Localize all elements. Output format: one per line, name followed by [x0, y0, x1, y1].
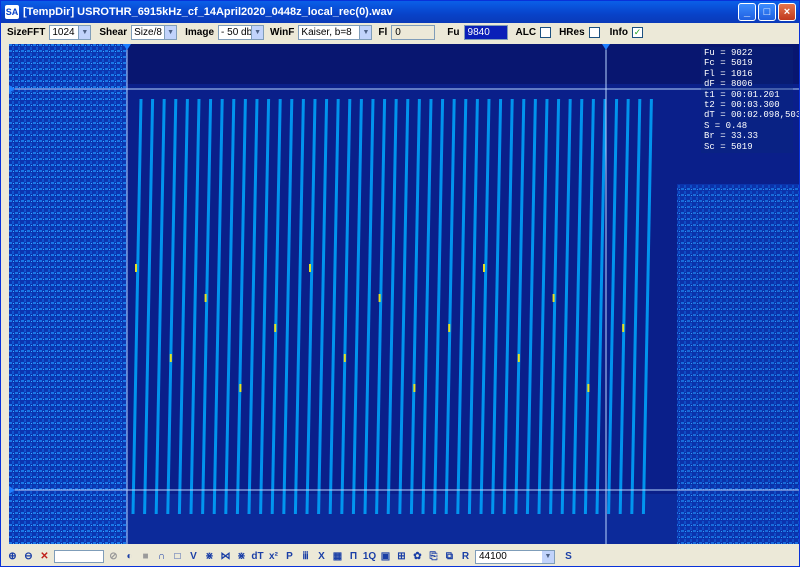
square-icon[interactable]: □ [171, 550, 184, 563]
grid-icon[interactable]: ▦ [331, 550, 344, 563]
signal-peak [169, 354, 172, 362]
info-df: dF = 8006 [704, 79, 753, 90]
sample-rate-select[interactable]: 44100 ▼ [475, 549, 555, 564]
info-t2: t2 = 00:03.300 [704, 100, 780, 111]
f-icon[interactable]: ⧉ [443, 550, 456, 563]
fu-field[interactable]: 9840 [463, 24, 508, 40]
image-value: - 50 db [221, 26, 253, 38]
signal-peak [274, 324, 277, 332]
signal-peak [552, 294, 555, 302]
info-overlay: Fu = 9022 Fc = 5019 Fl = 1016 dF = 8006 … [701, 47, 799, 154]
info-checkbox[interactable]: ✓ [631, 26, 643, 38]
chevron-down-icon: ▼ [78, 25, 91, 39]
info-sc: Sc = 5019 [704, 141, 753, 152]
top-band [127, 44, 799, 84]
no-icon[interactable]: ⊘ [107, 550, 120, 563]
window-controls: _ □ × [738, 3, 796, 21]
toolbar: SizeFFT 1024 ▼ Shear Size/8 ▼ Image - 50 d… [3, 23, 799, 41]
x2-icon[interactable]: x² [267, 550, 280, 563]
info-s: S = 0.48 [704, 120, 748, 131]
cancel-icon[interactable]: ✕ [38, 550, 51, 563]
r-icon[interactable]: R [459, 550, 472, 563]
chevron-down-icon: ▼ [542, 550, 554, 563]
fl-label: Fl [378, 26, 388, 38]
signal-peak [483, 264, 485, 272]
size-fft-value: 1024 [52, 26, 75, 38]
minimize-button[interactable]: _ [738, 3, 756, 21]
zoom-in-icon[interactable]: ⊕ [6, 550, 19, 563]
signal-peak [239, 384, 242, 392]
dt-icon[interactable]: dT [251, 550, 264, 563]
s-button[interactable]: S [562, 550, 575, 563]
winf-select[interactable]: Kaiser, b=8 ▼ [298, 24, 373, 40]
sample-rate-value: 44100 [479, 551, 507, 562]
e-icon[interactable]: ⎘ [427, 550, 440, 563]
main-window: SA [TempDir] USROTHR_6915kHz_cf_14April2… [0, 0, 800, 567]
image-select[interactable]: - 50 db ▼ [218, 24, 265, 40]
x-icon[interactable]: X [315, 550, 328, 563]
chevron-down-icon: ▼ [359, 25, 372, 39]
hres-checkbox[interactable] [588, 26, 600, 38]
sym3-icon[interactable]: ⋇ [235, 550, 248, 563]
shear-value: Size/8 [134, 26, 162, 38]
noise-region-left [9, 44, 127, 544]
speaker-icon[interactable]: ◐ [123, 550, 136, 563]
d-icon[interactable]: ✿ [411, 550, 424, 563]
sym2-icon[interactable]: ⋈ [219, 550, 232, 563]
hres-label: HRes [559, 26, 585, 38]
stop-icon[interactable]: ■ [139, 550, 152, 563]
app-icon: SA [5, 5, 19, 19]
size-fft-label: SizeFFT [7, 26, 46, 38]
arc-icon[interactable]: ∩ [155, 550, 168, 563]
info-t1: t1 = 00:01.201 [704, 89, 780, 100]
fl-field[interactable]: 0 [391, 24, 436, 40]
window-title: [TempDir] USROTHR_6915kHz_cf_14April2020… [23, 6, 393, 18]
info-fu: Fu = 9022 [704, 48, 753, 58]
v-icon[interactable]: V [187, 550, 200, 563]
info-fl: Fl = 1016 [704, 68, 753, 79]
signal-peak [343, 354, 346, 362]
signal-peak [448, 324, 451, 332]
b-icon[interactable]: ▣ [379, 550, 392, 563]
spectrogram-canvas[interactable] [9, 44, 799, 544]
zoom-out-icon[interactable]: ⊖ [22, 550, 35, 563]
wave-icon[interactable]: Π [347, 550, 360, 563]
signal-peak [309, 264, 311, 272]
signal-peak [204, 294, 207, 302]
info-dt: dT = 00:02.098,503 [704, 110, 799, 121]
shear-select[interactable]: Size/8 ▼ [131, 24, 178, 40]
signal-peak [622, 324, 625, 332]
bottom-toolbar: ⊕ ⊖ ✕ ⊘ ◐ ■ ∩ □ V ⋇ ⋈ ⋇ dT x² Pⅲ X ▦ Π 1Q ▣ ⊞ ✿ ⎘ ⧉ R 4410… [3, 547, 799, 566]
alc-checkbox[interactable] [540, 26, 552, 38]
info-fc: Fc = 5019 [704, 58, 753, 69]
pol-icon[interactable]: P [283, 550, 296, 563]
sym1-icon[interactable]: ⋇ [203, 550, 216, 563]
size-fft-select[interactable]: 1024 ▼ [49, 24, 92, 40]
info-label: Info [609, 26, 628, 38]
chevron-down-icon: ▼ [164, 25, 177, 39]
signal-peak [378, 294, 381, 302]
zoom-text-field[interactable] [54, 550, 104, 563]
title-bar: SA [TempDir] USROTHR_6915kHz_cf_14April2… [1, 1, 799, 23]
winf-label: WinF [270, 26, 295, 38]
signal-peak [135, 264, 137, 272]
signal-peak [517, 354, 520, 362]
tool-icon-strip: ∩ □ V ⋇ ⋈ ⋇ dT x² Pⅲ X ▦ Π 1Q ▣ ⊞ ✿ ⎘ ⧉ R [155, 550, 472, 563]
chevron-down-icon: ▼ [251, 25, 264, 39]
signal-peak [587, 384, 590, 392]
c-icon[interactable]: ⊞ [395, 550, 408, 563]
spectrogram-view[interactable]: Fu = 9022 Fc = 5019 Fl = 1016 dF = 8006 … [9, 44, 799, 544]
maximize-button[interactable]: □ [758, 3, 776, 21]
info-br: Br = 33.33 [704, 131, 759, 142]
one-q-icon[interactable]: 1Q [363, 550, 376, 563]
fu-label: Fu [447, 26, 460, 38]
close-button[interactable]: × [778, 3, 796, 21]
alc-label: ALC [515, 26, 537, 38]
shear-label: Shear [99, 26, 128, 38]
image-label: Image [185, 26, 215, 38]
signal-peak [413, 384, 416, 392]
winf-value: Kaiser, b=8 [301, 26, 352, 38]
bars-icon[interactable]: ⅲ [299, 550, 312, 563]
